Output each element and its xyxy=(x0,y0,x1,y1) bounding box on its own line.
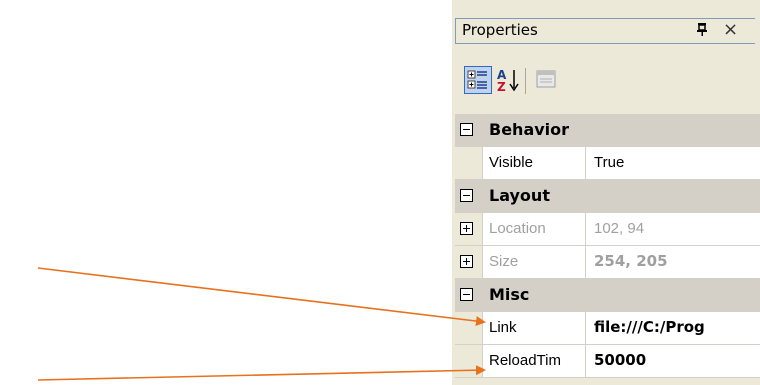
arrow-to-reloadtime xyxy=(37,365,486,381)
annotation-arrows xyxy=(37,267,486,381)
arrow-to-link xyxy=(37,267,486,327)
